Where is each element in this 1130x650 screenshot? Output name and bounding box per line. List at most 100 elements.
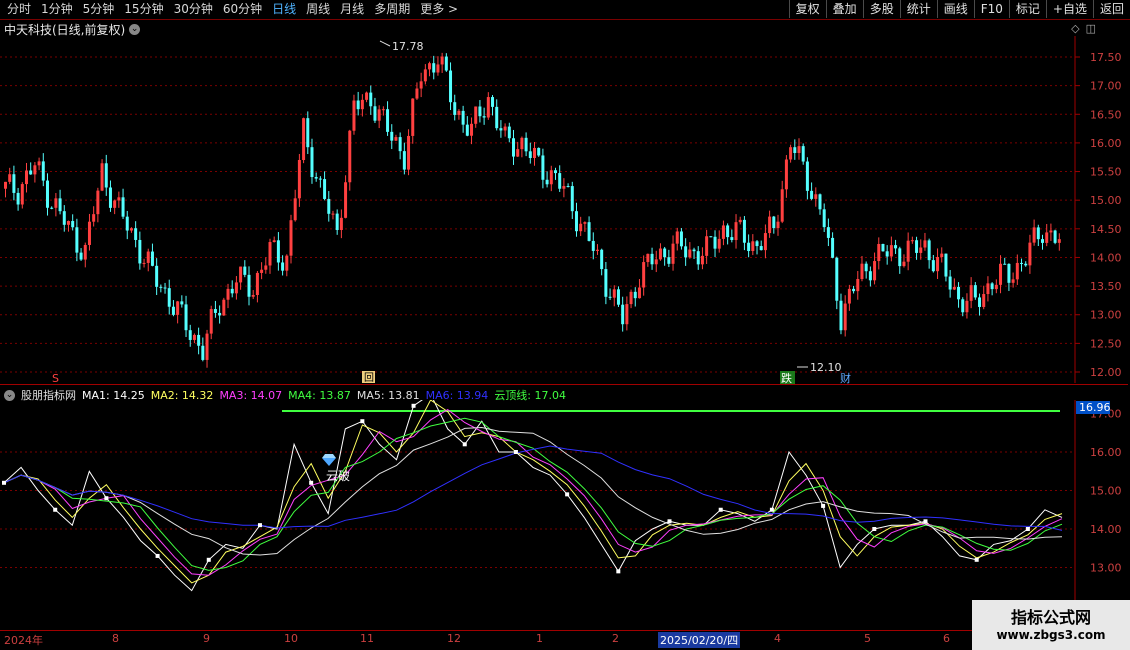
ma1-marker [104,496,109,501]
candle-body [843,303,847,331]
candle-body [528,151,532,158]
candle-body [906,240,910,262]
candle-body [436,64,440,73]
tab-15min[interactable]: 15分钟 [119,1,168,18]
candle-body [927,240,931,261]
statistics-button[interactable]: 统计 [899,0,937,18]
candle-body [45,180,49,208]
tab-5min[interactable]: 5分钟 [78,1,120,18]
price-axis: 17.50 17.00 16.50 16.00 15.50 15.00 14.50 14.00… [1075,51,1122,379]
yun-po-label: 云破 [326,468,350,483]
candle-body [776,221,780,229]
candle-body [978,297,982,307]
candle-body [226,288,230,300]
indicator-menu-icon[interactable]: ⌄ [4,389,15,401]
candle-body [470,123,474,136]
candle-body [247,274,251,297]
candle-body [356,100,360,110]
marker-die: 跌 [781,371,792,385]
candle-body [1053,230,1057,243]
tab-monthly[interactable]: 月线 [335,1,369,18]
candles [4,52,1061,368]
f10-button[interactable]: F10 [973,0,1009,18]
candle-body [213,309,217,313]
candle-body [281,262,285,271]
tab-30min[interactable]: 30分钟 [169,1,218,18]
candle-body [423,69,427,82]
candle-body [994,284,998,290]
candle-body [516,149,520,157]
candle-body [654,259,658,265]
indicator-chart[interactable]: 16.0015.0014.0013.0017.00 16.96 云破 [0,400,1130,630]
date-label-9: 9 [203,632,210,645]
panel-toggle-icon[interactable]: ◫ [1086,22,1096,35]
candle-body [192,334,196,340]
candle-body [138,239,142,264]
yun-po-signal: 云破 [322,454,350,483]
candle-body [453,102,457,115]
tab-more[interactable]: 更多 > [415,1,463,18]
ma1-marker [769,507,774,512]
candle-body [612,289,616,298]
candle-body [1020,262,1024,264]
candle-body [705,236,709,256]
candlestick-chart[interactable]: 17.50 17.00 16.50 16.00 15.50 15.00 14.50 14.00… [0,36,1130,383]
back-button[interactable]: 返回 [1092,0,1130,18]
ma1-marker [565,492,570,497]
candle-body [218,312,222,316]
cloud-value-text: 16.96 [1079,401,1111,414]
candle-body [29,170,33,175]
tab-1min[interactable]: 1分钟 [36,1,78,18]
candle-body [717,238,721,249]
indicator-tick-label: 14.00 [1090,523,1122,536]
candle-body [1024,263,1028,266]
tab-daily[interactable]: 日线 [267,1,301,18]
candle-body [982,294,986,307]
date-label-6: 6 [943,632,950,645]
tab-fenshi[interactable]: 分时 [2,1,36,18]
date-label-12: 12 [447,632,461,645]
candle-body [54,198,58,208]
ma1-marker [206,557,211,562]
candle-body [961,299,965,313]
candle-body [24,170,28,185]
tab-weekly[interactable]: 周线 [301,1,335,18]
candle-body [810,190,814,199]
candle-body [272,240,276,243]
candle-body [667,257,671,264]
mark-button[interactable]: 标记 [1008,0,1046,18]
candle-body [390,131,394,141]
candle-body [944,253,948,277]
candle-body [1041,239,1045,243]
candle-body [860,263,864,280]
candle-body [931,260,935,272]
candle-body [428,63,432,70]
candle-body [348,130,352,183]
indicator-tick-label: 13.00 [1090,562,1122,575]
diamond-icon[interactable]: ◇ [1071,22,1079,35]
multi-stock-button[interactable]: 多股 [862,0,900,18]
marker-hui: 回 [364,372,374,384]
candle-body [20,184,24,205]
draw-line-button[interactable]: 画线 [936,0,974,18]
tab-multi-period[interactable]: 多周期 [369,1,415,18]
ma1-marker [2,480,6,485]
watermark-url: www.zbgs3.com [996,628,1106,642]
add-watchlist-button[interactable]: +自选 [1045,0,1093,18]
candle-body [1011,279,1015,283]
candle-body [1032,227,1036,243]
tab-60min[interactable]: 60分钟 [218,1,267,18]
marker-cai[interactable]: 财 [840,371,851,385]
candle-body [461,110,465,125]
candle-body [75,227,79,253]
candle-body [444,56,448,71]
overlay-button[interactable]: 叠加 [825,0,863,18]
candle-body [688,249,692,258]
candle-body [881,243,885,252]
candle-body [726,225,730,238]
candle-body [856,279,860,292]
ma1-marker [53,507,58,512]
restore-rights-button[interactable]: 复权 [788,0,826,18]
chevron-down-icon[interactable]: ⌄ [129,24,141,35]
candle-body [335,213,339,230]
